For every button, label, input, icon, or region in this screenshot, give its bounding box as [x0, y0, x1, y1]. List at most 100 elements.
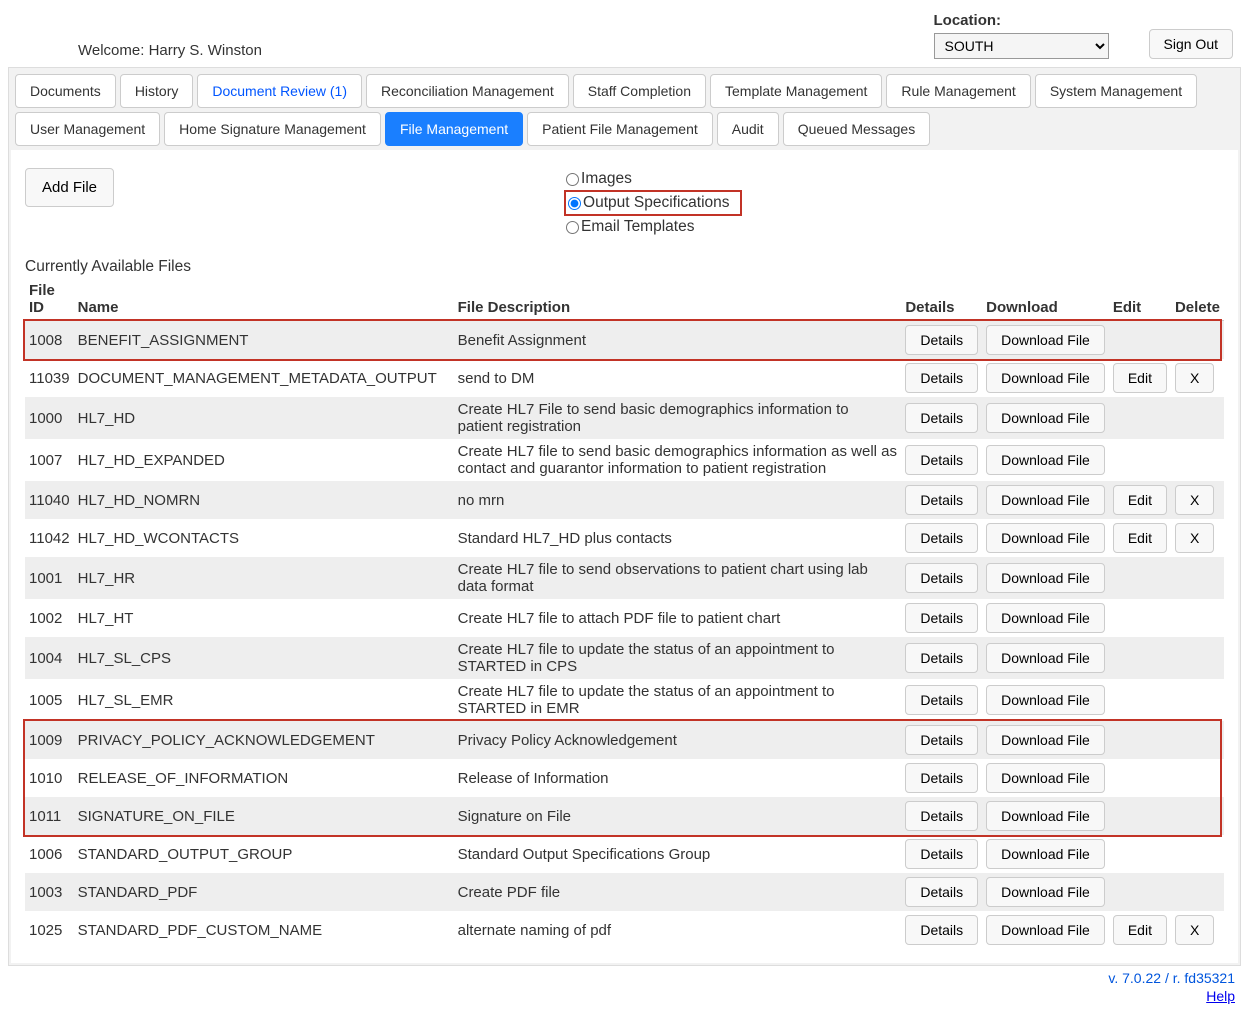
cell-name: SIGNATURE_ON_FILE: [74, 797, 454, 835]
add-file-button[interactable]: Add File: [25, 168, 114, 207]
download-file-button[interactable]: Download File: [986, 603, 1105, 633]
table-row: 1000HL7_HDCreate HL7 File to send basic …: [25, 397, 1224, 439]
radio-email-input[interactable]: [566, 221, 579, 234]
delete-button[interactable]: X: [1175, 915, 1214, 945]
table-header-row: File ID Name File Description Details Do…: [25, 278, 1224, 321]
cell-file-id: 11039: [25, 359, 74, 397]
tab-patient-file-management[interactable]: Patient File Management: [527, 112, 713, 146]
tab-template-management[interactable]: Template Management: [710, 74, 882, 108]
tab-queued-messages[interactable]: Queued Messages: [783, 112, 931, 146]
download-file-button[interactable]: Download File: [986, 325, 1105, 355]
details-button[interactable]: Details: [905, 839, 978, 869]
radio-email-templates[interactable]: Email Templates: [564, 216, 741, 238]
cell-file-id: 1009: [25, 721, 74, 759]
tab-file-management[interactable]: File Management: [385, 112, 523, 146]
table-row: 1001HL7_HRCreate HL7 file to send observ…: [25, 557, 1224, 599]
tab-document-review-1-[interactable]: Document Review (1): [197, 74, 362, 108]
tab-audit[interactable]: Audit: [717, 112, 779, 146]
download-file-button[interactable]: Download File: [986, 563, 1105, 593]
cell-name: STANDARD_PDF: [74, 873, 454, 911]
tab-system-management[interactable]: System Management: [1035, 74, 1197, 108]
cell-name: HL7_HR: [74, 557, 454, 599]
file-type-radio-group: Images Output Specifications Email Templ…: [564, 168, 741, 238]
delete-button[interactable]: X: [1175, 363, 1214, 393]
details-button[interactable]: Details: [905, 801, 978, 831]
location-select[interactable]: SOUTH: [934, 33, 1109, 59]
details-button[interactable]: Details: [905, 363, 978, 393]
details-button[interactable]: Details: [905, 643, 978, 673]
radio-output-label: Output Specifications: [583, 194, 729, 212]
download-file-button[interactable]: Download File: [986, 725, 1105, 755]
radio-images-input[interactable]: [566, 173, 579, 186]
upper-controls: Add File Images Output Specifications Em…: [25, 168, 1224, 238]
main-panel: DocumentsHistoryDocument Review (1)Recon…: [8, 67, 1241, 966]
table-row: 11039DOCUMENT_MANAGEMENT_METADATA_OUTPUT…: [25, 359, 1224, 397]
cell-name: HL7_HD_EXPANDED: [74, 439, 454, 481]
cell-desc: Standard HL7_HD plus contacts: [454, 519, 902, 557]
edit-button[interactable]: Edit: [1113, 523, 1167, 553]
details-button[interactable]: Details: [905, 325, 978, 355]
download-file-button[interactable]: Download File: [986, 801, 1105, 831]
tab-staff-completion[interactable]: Staff Completion: [573, 74, 706, 108]
edit-button[interactable]: Edit: [1113, 363, 1167, 393]
table-row: 1004HL7_SL_CPSCreate HL7 file to update …: [25, 637, 1224, 679]
sign-out-button[interactable]: Sign Out: [1149, 29, 1233, 59]
download-file-button[interactable]: Download File: [986, 915, 1105, 945]
th-edit: Edit: [1109, 278, 1171, 321]
download-file-button[interactable]: Download File: [986, 363, 1105, 393]
download-file-button[interactable]: Download File: [986, 485, 1105, 515]
details-button[interactable]: Details: [905, 603, 978, 633]
details-button[interactable]: Details: [905, 403, 978, 433]
details-button[interactable]: Details: [905, 563, 978, 593]
tab-documents[interactable]: Documents: [15, 74, 116, 108]
details-button[interactable]: Details: [905, 725, 978, 755]
edit-button[interactable]: Edit: [1113, 485, 1167, 515]
radio-output-input[interactable]: [568, 197, 581, 210]
radio-output-specifications[interactable]: Output Specifications: [564, 190, 741, 216]
tab-rule-management[interactable]: Rule Management: [886, 74, 1030, 108]
cell-desc: Benefit Assignment: [454, 321, 902, 360]
cell-desc: send to DM: [454, 359, 902, 397]
download-file-button[interactable]: Download File: [986, 445, 1105, 475]
download-file-button[interactable]: Download File: [986, 839, 1105, 869]
tab-home-signature-management[interactable]: Home Signature Management: [164, 112, 381, 146]
cell-desc: Signature on File: [454, 797, 902, 835]
details-button[interactable]: Details: [905, 877, 978, 907]
table-wrap: File ID Name File Description Details Do…: [25, 278, 1224, 949]
help-link[interactable]: Help: [8, 988, 1235, 1004]
cell-file-id: 1004: [25, 637, 74, 679]
delete-button[interactable]: X: [1175, 485, 1214, 515]
delete-button[interactable]: X: [1175, 523, 1214, 553]
cell-file-id: 1010: [25, 759, 74, 797]
download-file-button[interactable]: Download File: [986, 643, 1105, 673]
details-button[interactable]: Details: [905, 685, 978, 715]
download-file-button[interactable]: Download File: [986, 763, 1105, 793]
tab-history[interactable]: History: [120, 74, 194, 108]
details-button[interactable]: Details: [905, 485, 978, 515]
details-button[interactable]: Details: [905, 523, 978, 553]
cell-desc: alternate naming of pdf: [454, 911, 902, 949]
download-file-button[interactable]: Download File: [986, 877, 1105, 907]
details-button[interactable]: Details: [905, 445, 978, 475]
download-file-button[interactable]: Download File: [986, 403, 1105, 433]
tab-user-management[interactable]: User Management: [15, 112, 160, 146]
cell-desc: Create HL7 file to send basic demographi…: [454, 439, 902, 481]
radio-images[interactable]: Images: [564, 168, 741, 190]
tab-reconciliation-management[interactable]: Reconciliation Management: [366, 74, 569, 108]
version-text: v. 7.0.22 / r. fd35321: [1108, 970, 1235, 986]
cell-file-id: 1025: [25, 911, 74, 949]
location-label: Location:: [934, 12, 1109, 29]
edit-button[interactable]: Edit: [1113, 915, 1167, 945]
download-file-button[interactable]: Download File: [986, 523, 1105, 553]
table-row: 1007HL7_HD_EXPANDEDCreate HL7 file to se…: [25, 439, 1224, 481]
top-bar: Welcome: Harry S. Winston Location: SOUT…: [8, 8, 1241, 67]
download-file-button[interactable]: Download File: [986, 685, 1105, 715]
cell-desc: Privacy Policy Acknowledgement: [454, 721, 902, 759]
cell-name: HL7_HT: [74, 599, 454, 637]
cell-desc: Create HL7 file to send observations to …: [454, 557, 902, 599]
details-button[interactable]: Details: [905, 763, 978, 793]
cell-name: RELEASE_OF_INFORMATION: [74, 759, 454, 797]
cell-name: DOCUMENT_MANAGEMENT_METADATA_OUTPUT: [74, 359, 454, 397]
details-button[interactable]: Details: [905, 915, 978, 945]
th-delete: Delete: [1171, 278, 1224, 321]
